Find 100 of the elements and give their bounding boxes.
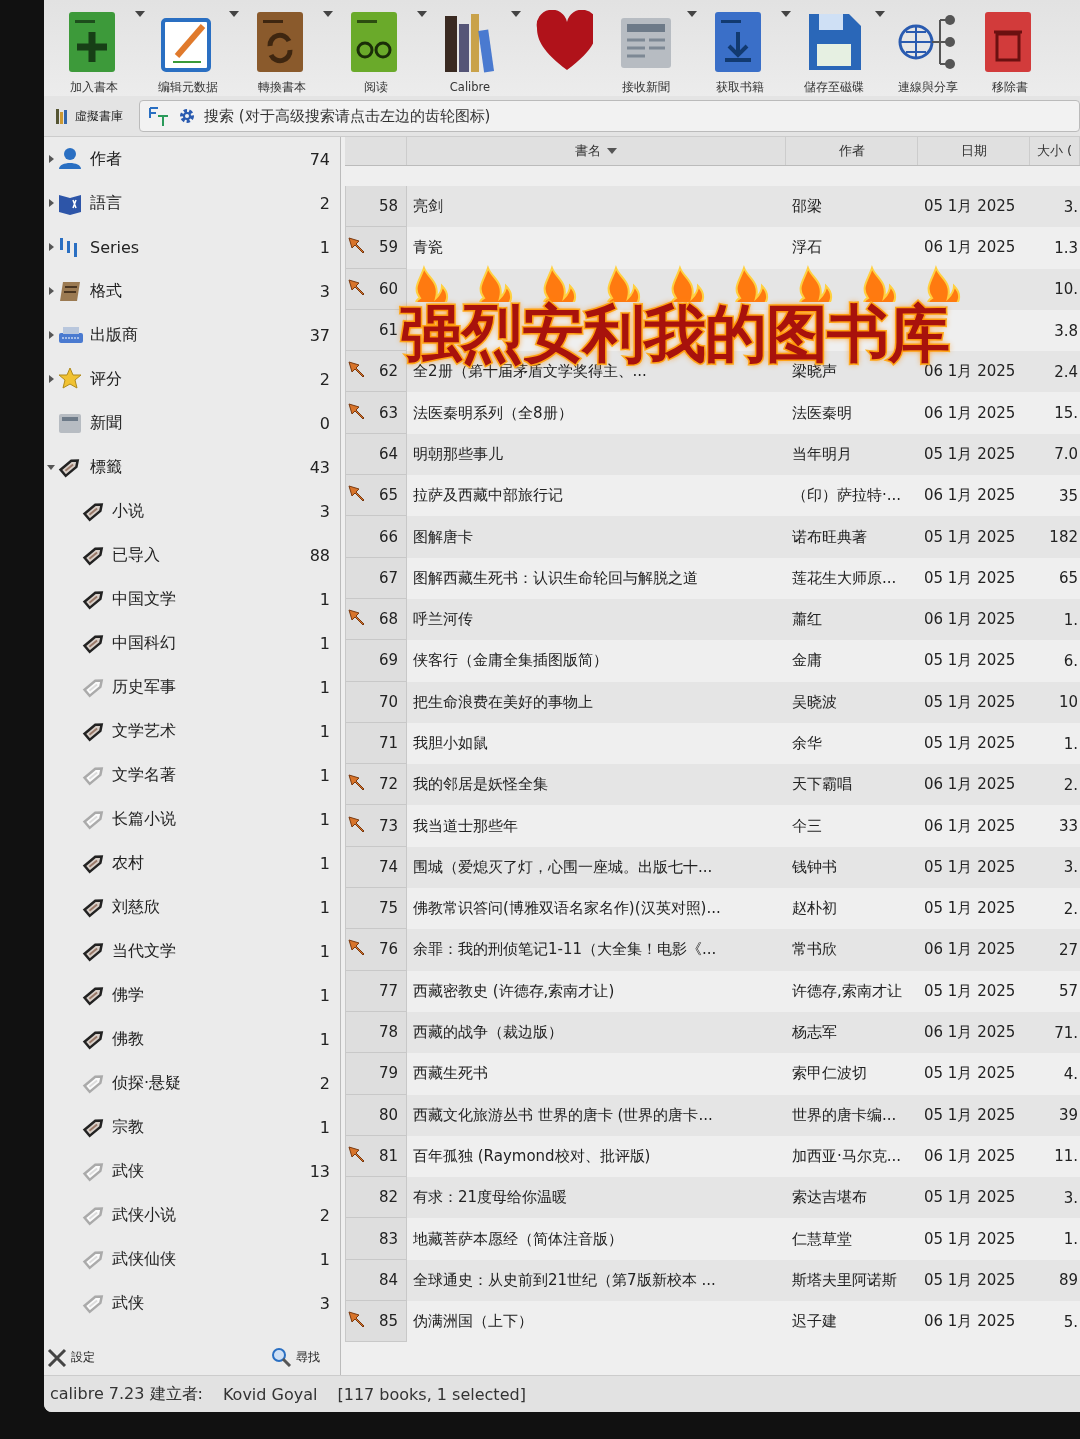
- table-cell-text: 27: [1057, 941, 1079, 959]
- table-cell-text: 1.: [1062, 1230, 1079, 1249]
- category-item[interactable]: 標籤 43: [44, 445, 340, 489]
- tag-item[interactable]: 文学名著 1: [44, 753, 340, 797]
- search-bar[interactable]: 搜索 (对于高级搜索请点击左边的齿轮图标): [139, 100, 1080, 132]
- expand-arrow-icon[interactable]: [47, 375, 55, 383]
- table-cell-text: 呼兰河传: [412, 610, 474, 630]
- tag-item[interactable]: 已导入 88: [44, 533, 340, 577]
- tag-item[interactable]: 武侠 13: [44, 1149, 340, 1193]
- tag-item[interactable]: 宗教 1: [44, 1105, 340, 1149]
- tag-item[interactable]: 中国文学 1: [44, 577, 340, 621]
- row-number: 58: [378, 197, 398, 216]
- category-item[interactable]: 格式 3: [44, 269, 340, 313]
- tag-item[interactable]: 侦探·悬疑 2: [44, 1061, 340, 1105]
- sort-caret-icon[interactable]: [607, 147, 617, 155]
- tag-item[interactable]: 当代文学 1: [44, 929, 340, 973]
- table-cell-text: 图解唐卡: [412, 527, 474, 547]
- table-cell-text: 1.: [1062, 734, 1079, 753]
- table-cell-text: 佛教常识答问(博雅双语名家名作)(汉英对照)...: [412, 899, 722, 919]
- column-header[interactable]: 日期: [918, 137, 1030, 165]
- category-item[interactable]: 語言 2: [44, 181, 340, 225]
- dropdown-caret-icon[interactable]: [874, 10, 886, 18]
- category-item[interactable]: 作者 74: [44, 137, 340, 181]
- table-cell-text: 1.3: [1053, 238, 1079, 257]
- toolbar-button[interactable]: Calibre: [430, 10, 510, 94]
- tag-item[interactable]: 农村 1: [44, 841, 340, 885]
- expand-arrow-icon[interactable]: [47, 463, 55, 471]
- table-cell-text: 05 1月 2025: [923, 981, 1017, 1001]
- toolbar-button[interactable]: 儲存至磁碟: [794, 10, 874, 95]
- category-item[interactable]: Series 1: [44, 225, 340, 269]
- row-number: 64: [378, 444, 398, 463]
- expand-arrow-icon[interactable]: [47, 331, 55, 339]
- row-number: 78: [378, 1023, 398, 1042]
- table-cell-text: 金庸: [791, 651, 823, 671]
- toolbar-button[interactable]: 加入書本: [54, 10, 134, 95]
- table-cell-text: 侠客行（金庸全集插图版简）: [412, 651, 609, 671]
- table-cell-text: 10: [1057, 693, 1079, 712]
- dropdown-caret-icon[interactable]: [780, 10, 792, 18]
- tag-item[interactable]: 长篇小说 1: [44, 797, 340, 841]
- tag-item[interactable]: 武侠仙侠 1: [44, 1237, 340, 1281]
- dropdown-caret-icon[interactable]: [322, 10, 334, 18]
- column-header[interactable]: 作者: [786, 137, 918, 165]
- virtual-library-button[interactable]: 虛擬書庫: [52, 105, 127, 127]
- table-cell-text: 05 1月 2025: [923, 734, 1017, 753]
- row-number: 76: [378, 940, 398, 959]
- row-number: 72: [378, 775, 398, 794]
- tag-item[interactable]: 中国科幻 1: [44, 621, 340, 665]
- toolbar-button[interactable]: 轉換書本: [242, 10, 322, 95]
- search-field[interactable]: 搜索 (对于高级搜索请点击左边的齿轮图标): [204, 107, 1071, 125]
- toolbar-button[interactable]: 接收新聞: [606, 10, 686, 95]
- table-cell-text: 3.: [1062, 1188, 1079, 1207]
- table-cell-text: 05 1月 2025: [923, 1188, 1017, 1208]
- toolbar-button[interactable]: 编辑元数据: [148, 10, 228, 95]
- table-cell-text: 2.: [1062, 899, 1079, 918]
- tag-item[interactable]: 小说 3: [44, 489, 340, 533]
- table-cell-text: 斯塔夫里阿诺斯: [791, 1270, 898, 1290]
- tag-item[interactable]: 武侠小说 2: [44, 1193, 340, 1237]
- tag-item[interactable]: 佛教 1: [44, 1017, 340, 1061]
- dropdown-caret-icon[interactable]: [416, 10, 428, 18]
- settings-button[interactable]: 設定: [46, 1347, 95, 1367]
- expand-arrow-icon[interactable]: [47, 199, 55, 207]
- table-cell-text: 2.4: [1053, 362, 1079, 381]
- category-item[interactable]: 新聞 0: [44, 401, 340, 445]
- tag-item[interactable]: 历史军事 1: [44, 665, 340, 709]
- column-header[interactable]: 書名: [407, 137, 786, 165]
- tag-item[interactable]: 武侠 3: [44, 1281, 340, 1325]
- status-text: [117 books, 1 selected]: [337, 1384, 526, 1404]
- dropdown-caret-icon[interactable]: [134, 10, 146, 18]
- table-cell-text: 迟子建: [791, 1312, 838, 1332]
- table-cell-text: 西藏密教史 (许德存,索南才让): [412, 981, 616, 1001]
- table-cell-text: 2.: [1062, 775, 1079, 794]
- dropdown-caret-icon[interactable]: [686, 10, 698, 18]
- category-item[interactable]: 出版商 37: [44, 313, 340, 357]
- tag-item[interactable]: 佛学 1: [44, 973, 340, 1017]
- toolbar-button[interactable]: 移除書: [970, 10, 1050, 95]
- dropdown-caret-icon[interactable]: [228, 10, 240, 18]
- table-cell-text: 钱钟书: [791, 857, 838, 877]
- row-number: 62: [378, 362, 398, 381]
- table-cell-text: 伪满洲国（上下）: [412, 1312, 534, 1332]
- toolbar-button[interactable]: 阅读: [336, 10, 416, 95]
- table-cell-text: 索甲仁波切: [791, 1064, 868, 1084]
- newspaper-icon: [58, 411, 84, 435]
- table-cell-text: 06 1月 2025: [923, 610, 1017, 630]
- column-header[interactable]: 大小 (: [1030, 137, 1080, 165]
- find-button[interactable]: 尋找: [271, 1347, 320, 1367]
- table-cell-text: 05 1月 2025: [923, 651, 1017, 671]
- tag-item[interactable]: 文学艺术 1: [44, 709, 340, 753]
- table-cell-text: 06 1月 2025: [923, 238, 1017, 258]
- expand-arrow-icon[interactable]: [47, 243, 55, 251]
- toolbar-button[interactable]: 連線與分享: [888, 10, 968, 95]
- table-cell-text: 7.0: [1053, 445, 1079, 464]
- settings-icon[interactable]: [178, 107, 196, 125]
- dropdown-caret-icon[interactable]: [510, 10, 522, 18]
- expand-arrow-icon[interactable]: [47, 155, 55, 163]
- category-item[interactable]: 评分 2: [44, 357, 340, 401]
- row-number: 61: [378, 321, 398, 340]
- toolbar-button[interactable]: 获取书籍: [700, 10, 780, 95]
- expand-arrow-icon[interactable]: [47, 287, 55, 295]
- tag-item[interactable]: 刘慈欣 1: [44, 885, 340, 929]
- text-format-icon[interactable]: [148, 105, 170, 127]
